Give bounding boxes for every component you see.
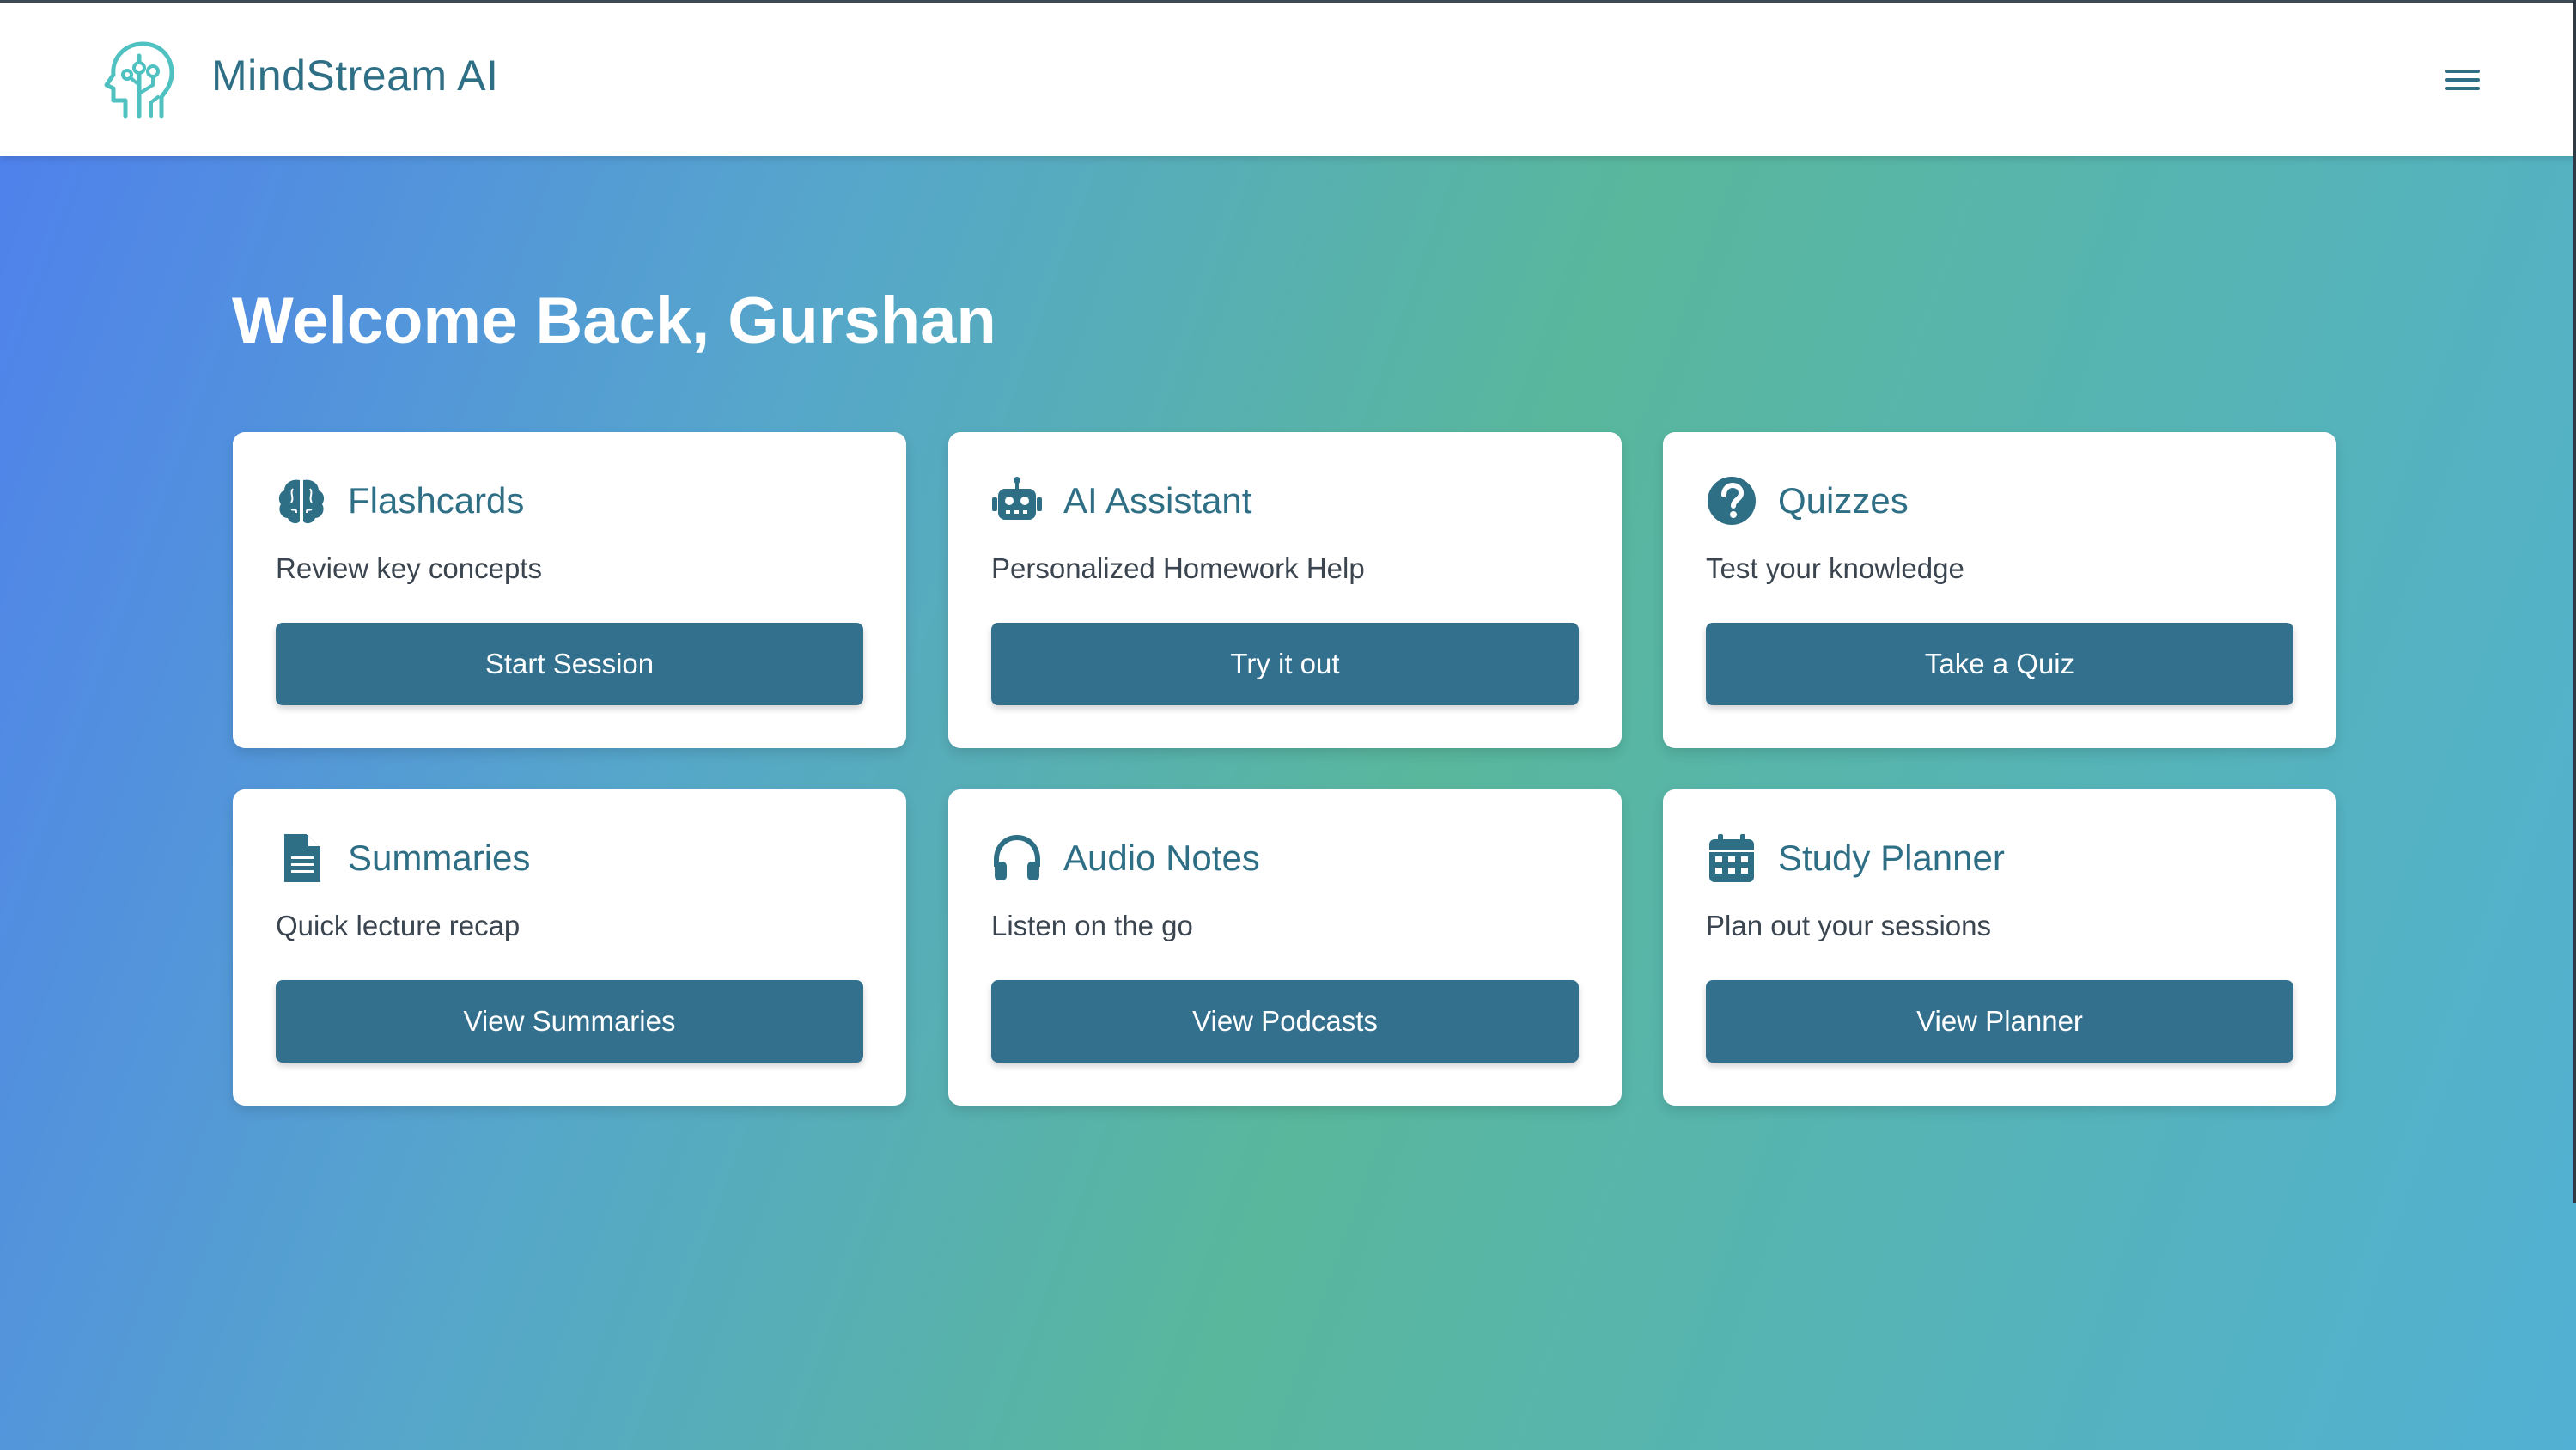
brain-icon	[278, 479, 325, 524]
dashboard-page: MindStream AI Welcome Back, Gurshan Flas…	[0, 0, 2576, 1450]
card-description: Listen on the go	[991, 910, 1193, 941]
card-description: Plan out your sessions	[1706, 910, 1992, 941]
robot-icon	[992, 477, 1042, 520]
card-title: Study Planner	[1778, 838, 2005, 878]
card-ai-assistant: AI Assistant Personalized Homework Help …	[948, 432, 1622, 748]
brand-name[interactable]: MindStream AI	[211, 51, 498, 101]
hamburger-menu-icon[interactable]	[2445, 64, 2480, 94]
card-description: Review key concepts	[276, 552, 542, 584]
card-title: Quizzes	[1778, 480, 1909, 521]
card-title: Summaries	[348, 838, 531, 878]
view-planner-button[interactable]: View Planner	[1706, 980, 2293, 1063]
top-navbar: MindStream AI	[0, 0, 2576, 156]
calendar-icon	[1709, 834, 1754, 882]
card-description: Test your knowledge	[1706, 552, 1964, 584]
card-study-planner: Study Planner Plan out your sessions Vie…	[1663, 789, 2336, 1106]
question-circle-icon	[1708, 477, 1756, 525]
document-icon	[284, 834, 320, 882]
headphones-icon	[994, 834, 1040, 880]
view-summaries-button[interactable]: View Summaries	[276, 980, 863, 1063]
card-summaries: Summaries Quick lecture recap View Summa…	[233, 789, 906, 1106]
start-session-button[interactable]: Start Session	[276, 623, 863, 705]
menu-bar	[2445, 70, 2480, 73]
take-quiz-button[interactable]: Take a Quiz	[1706, 623, 2293, 705]
menu-bar	[2445, 87, 2480, 90]
card-description: Personalized Homework Help	[991, 552, 1365, 584]
try-it-out-button[interactable]: Try it out	[991, 623, 1579, 705]
card-description: Quick lecture recap	[276, 910, 521, 941]
card-audio-notes: Audio Notes Listen on the go View Podcas…	[948, 789, 1622, 1106]
card-quizzes: Quizzes Test your knowledge Take a Quiz	[1663, 432, 2336, 748]
card-title: Audio Notes	[1063, 838, 1260, 878]
menu-bar	[2445, 78, 2480, 82]
brain-head-icon[interactable]	[100, 37, 177, 123]
view-podcasts-button[interactable]: View Podcasts	[991, 980, 1579, 1063]
card-title: AI Assistant	[1063, 480, 1252, 521]
card-title: Flashcards	[348, 480, 525, 521]
card-flashcards: Flashcards Review key concepts Start Ses…	[233, 432, 906, 748]
welcome-heading: Welcome Back, Gurshan	[232, 284, 996, 357]
